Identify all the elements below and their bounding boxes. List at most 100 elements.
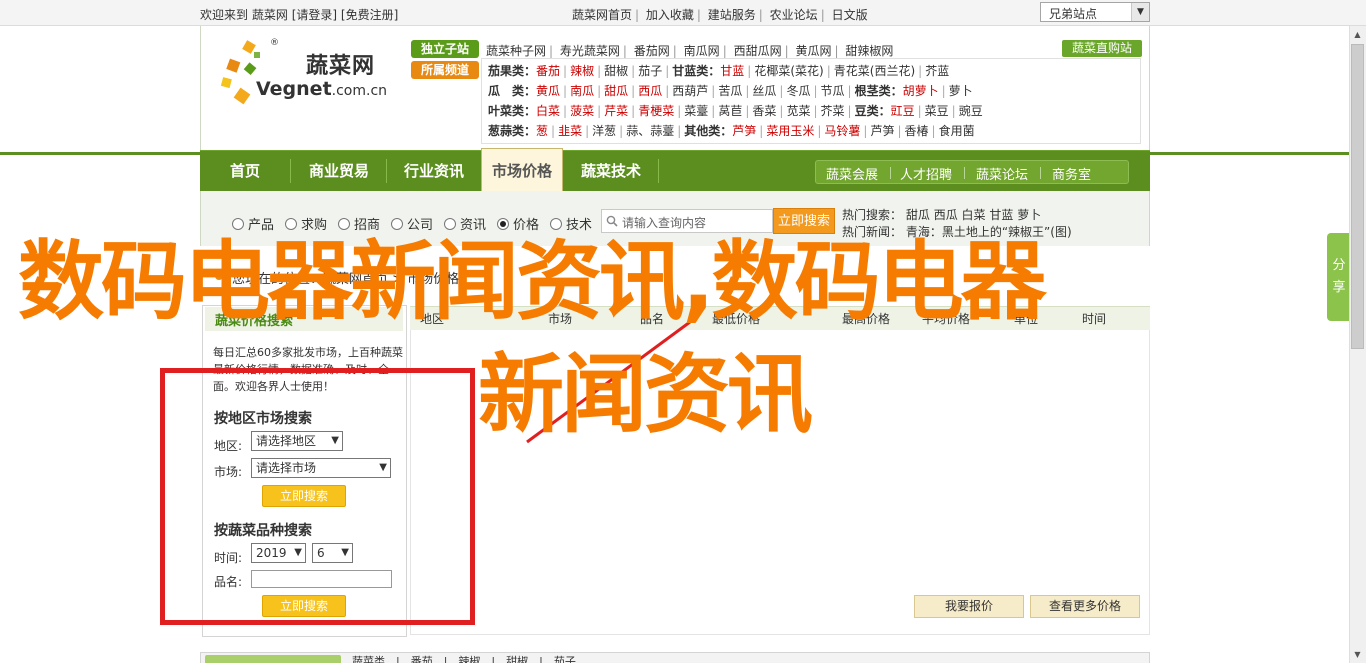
category-link[interactable]: 黄瓜 bbox=[536, 84, 560, 98]
category-link[interactable]: 甜椒 bbox=[604, 64, 628, 78]
category-link[interactable]: 南瓜 bbox=[570, 84, 594, 98]
seed-link[interactable]: 西甜瓜网 bbox=[734, 44, 782, 58]
hot-item[interactable]: 西瓜 bbox=[934, 208, 958, 222]
search-input[interactable]: 请输入查询内容 bbox=[601, 209, 773, 233]
separator: | bbox=[563, 104, 568, 118]
nav-trade[interactable]: 商业贸易 bbox=[292, 151, 386, 192]
top-link-forum[interactable]: 农业论坛 bbox=[770, 8, 818, 22]
category-link[interactable]: 菜用玉米 bbox=[766, 124, 814, 138]
search-button[interactable]: 立即搜索 bbox=[773, 208, 835, 234]
seed-link[interactable]: 番茄网 bbox=[634, 44, 670, 58]
nav-market-price[interactable]: 市场价格 bbox=[481, 148, 563, 192]
radio-news[interactable]: 资讯 bbox=[444, 214, 486, 233]
site-logo[interactable]: ® 蔬菜网 Vegnet.com.cn bbox=[210, 38, 400, 118]
category-link[interactable]: 白菜 bbox=[536, 104, 560, 118]
category-link[interactable]: 花椰菜(菜花) bbox=[754, 64, 823, 78]
category-link[interactable]: 豌豆 bbox=[959, 104, 983, 118]
category-link[interactable]: 甘蓝 bbox=[720, 64, 744, 78]
category-heading: 叶菜类： bbox=[488, 104, 537, 118]
category-link[interactable]: 西瓜 bbox=[638, 84, 662, 98]
category-link[interactable]: 菜薹 bbox=[684, 104, 708, 118]
nav-tech[interactable]: 蔬菜技术 bbox=[564, 151, 658, 192]
category-link[interactable]: 芥蓝 bbox=[925, 64, 949, 78]
radio-price[interactable]: 价格 bbox=[497, 214, 539, 233]
category-link[interactable]: 芦笋 bbox=[732, 124, 756, 138]
category-link[interactable]: 香椿 bbox=[905, 124, 929, 138]
hot-item[interactable]: 白菜 bbox=[962, 208, 986, 222]
category-link[interactable]: 茄子 bbox=[638, 64, 662, 78]
category-link[interactable]: 冬瓜 bbox=[786, 84, 810, 98]
nav-news[interactable]: 行业资讯 bbox=[388, 151, 480, 192]
subnav-expo[interactable]: 蔬菜会展 bbox=[826, 164, 878, 183]
scroll-down-icon[interactable]: ▼ bbox=[1349, 646, 1366, 663]
direct-buy-button[interactable]: 蔬菜直购站 bbox=[1062, 40, 1142, 57]
category-link[interactable]: 香菜 bbox=[752, 104, 776, 118]
category-link[interactable]: 青花菜(西兰花) bbox=[834, 64, 915, 78]
top-link-favorite[interactable]: 加入收藏 bbox=[646, 8, 694, 22]
radio-tech[interactable]: 技术 bbox=[550, 214, 592, 233]
hot-item[interactable]: 萝卜 bbox=[1017, 208, 1041, 222]
register-link[interactable]: [免费注册] bbox=[341, 8, 398, 22]
category-link[interactable]: 豇豆 bbox=[891, 104, 915, 118]
subnav-forum[interactable]: 蔬菜论坛 bbox=[976, 164, 1028, 183]
radio-company[interactable]: 公司 bbox=[391, 214, 433, 233]
sibling-site-select[interactable]: 兄弟站点 ▼ bbox=[1040, 2, 1150, 22]
seed-link[interactable]: 黄瓜网 bbox=[795, 44, 831, 58]
category-link[interactable]: 苦瓜 bbox=[718, 84, 742, 98]
seed-link[interactable]: 南瓜网 bbox=[684, 44, 720, 58]
category-link[interactable]: 葱 bbox=[536, 124, 548, 138]
category-link[interactable]: 芥菜 bbox=[821, 104, 845, 118]
top-link-build[interactable]: 建站服务 bbox=[708, 8, 756, 22]
radio-label: 招商 bbox=[354, 218, 381, 233]
share-tab[interactable]: 分 享 bbox=[1327, 233, 1351, 321]
category-heading: 其他类： bbox=[684, 124, 733, 138]
category-link[interactable]: 丝瓜 bbox=[752, 84, 776, 98]
top-link-home[interactable]: 蔬菜网首页 bbox=[572, 8, 632, 22]
category-link[interactable]: 蒜、蒜薹 bbox=[626, 124, 674, 138]
category-link[interactable]: 西葫芦 bbox=[672, 84, 708, 98]
seed-link[interactable]: 寿光蔬菜网 bbox=[560, 44, 620, 58]
category-link[interactable]: 番茄 bbox=[536, 64, 560, 78]
category-link[interactable]: 莴苣 bbox=[718, 104, 742, 118]
hot-search-label: 热门搜索： bbox=[842, 208, 903, 222]
category-link[interactable]: 芹菜 bbox=[604, 104, 628, 118]
login-link[interactable]: [请登录] bbox=[292, 8, 337, 22]
category-link[interactable]: 胡萝卜 bbox=[903, 84, 939, 98]
top-link-japanese[interactable]: 日文版 bbox=[832, 8, 868, 22]
radio-investment[interactable]: 招商 bbox=[338, 214, 380, 233]
separator: | bbox=[631, 84, 636, 98]
submit-price-button[interactable]: 我要报价 bbox=[914, 595, 1024, 618]
channels-label: 所属频道 bbox=[411, 61, 479, 79]
subnav-office[interactable]: 商务室 bbox=[1052, 164, 1091, 183]
nav-home[interactable]: 首页 bbox=[200, 151, 290, 192]
seed-link[interactable]: 蔬菜种子网 bbox=[486, 44, 546, 58]
radio-dot bbox=[232, 218, 244, 230]
seed-link[interactable]: 甜辣椒网 bbox=[845, 44, 893, 58]
radio-purchase[interactable]: 求购 bbox=[285, 214, 327, 233]
site-name-link[interactable]: 蔬菜网 bbox=[252, 8, 288, 22]
category-link[interactable]: 萝卜 bbox=[949, 84, 973, 98]
category-link[interactable]: 菠菜 bbox=[570, 104, 594, 118]
separator: | bbox=[711, 104, 716, 118]
category-link[interactable]: 苋菜 bbox=[786, 104, 810, 118]
category-link[interactable]: 节瓜 bbox=[821, 84, 845, 98]
category-link[interactable]: 洋葱 bbox=[592, 124, 616, 138]
hot-item[interactable]: 甜瓜 bbox=[906, 208, 930, 222]
separator: | bbox=[597, 84, 602, 98]
more-prices-button[interactable]: 查看更多价格 bbox=[1030, 595, 1140, 618]
scrollbar-thumb[interactable] bbox=[1351, 44, 1364, 349]
separator: | bbox=[951, 104, 956, 118]
radio-product[interactable]: 产品 bbox=[232, 214, 274, 233]
category-link[interactable]: 菜豆 bbox=[925, 104, 949, 118]
hot-item[interactable]: 甘蓝 bbox=[989, 208, 1013, 222]
subnav-jobs[interactable]: 人才招聘 bbox=[900, 164, 952, 183]
category-link[interactable]: 马铃薯 bbox=[824, 124, 860, 138]
category-link[interactable]: 辣椒 bbox=[570, 64, 594, 78]
category-link[interactable]: 韭菜 bbox=[558, 124, 582, 138]
category-link[interactable]: 青梗菜 bbox=[638, 104, 674, 118]
separator: | bbox=[941, 84, 946, 98]
category-link[interactable]: 食用菌 bbox=[939, 124, 975, 138]
category-link[interactable]: 芦笋 bbox=[870, 124, 894, 138]
scroll-up-icon[interactable]: ▲ bbox=[1349, 26, 1366, 43]
category-link[interactable]: 甜瓜 bbox=[604, 84, 628, 98]
